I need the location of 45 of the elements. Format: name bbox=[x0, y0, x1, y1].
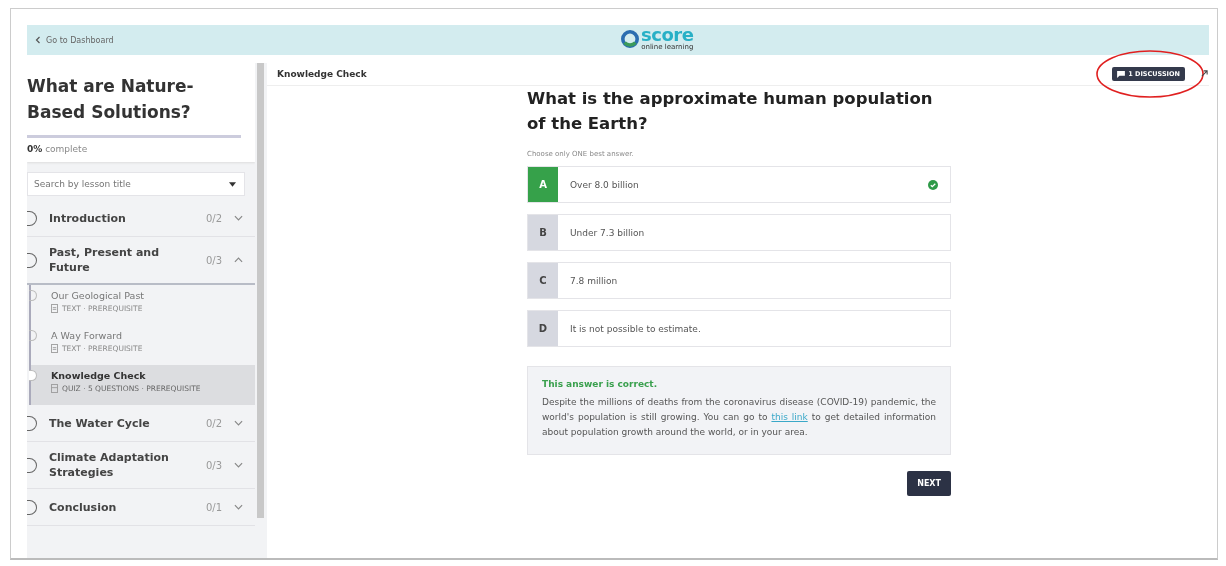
answer-option[interactable]: B Under 7.3 billion bbox=[527, 214, 951, 251]
next-button[interactable]: NEXT bbox=[907, 471, 951, 496]
answer-option[interactable]: C 7.8 million bbox=[527, 262, 951, 299]
document-icon bbox=[51, 304, 58, 313]
answer-option[interactable]: A Over 8.0 billion bbox=[527, 166, 951, 203]
lesson-title: Our Geological Past bbox=[51, 290, 145, 301]
section-item[interactable]: Introduction 0/2 bbox=[27, 200, 255, 237]
section-count: 0/1 bbox=[206, 501, 224, 513]
section-title: Past, Present and Future bbox=[49, 245, 160, 275]
answer-text: Over 8.0 billion bbox=[569, 179, 640, 190]
lesson-title: Knowledge Check bbox=[51, 370, 147, 381]
section-count: 0/2 bbox=[206, 417, 224, 429]
section-item[interactable]: The Water Cycle 0/2 bbox=[27, 405, 255, 442]
logo-icon bbox=[621, 29, 639, 48]
question-text: What is the approximate human population of the Earth? bbox=[527, 88, 934, 135]
section-title: Introduction bbox=[49, 210, 127, 226]
section-count: 0/3 bbox=[206, 459, 224, 471]
course-title: What are Nature-Based Solutions? bbox=[27, 75, 195, 124]
section-title: Climate Adaptation Strategies bbox=[49, 450, 170, 480]
back-link[interactable]: Go to Dashboard bbox=[27, 35, 114, 45]
feedback-text: Despite the millions of deaths from the coronavirus disease (COVID-19) pandemic, the world's population is still growing. You can go to this link to get detailed information about population growth around the world, or in your area. bbox=[542, 396, 936, 439]
section-title: Conclusion bbox=[49, 499, 118, 515]
comment-icon bbox=[1117, 70, 1126, 78]
feedback-heading: This answer is correct. bbox=[542, 379, 659, 389]
logo-name: score bbox=[641, 26, 694, 44]
lesson-heading: Knowledge Check bbox=[277, 69, 368, 79]
dropdown-icon bbox=[229, 182, 236, 187]
section-count: 0/2 bbox=[206, 212, 224, 224]
section-item[interactable]: Past, Present and Future 0/3 bbox=[27, 237, 255, 285]
scrollbar[interactable] bbox=[257, 63, 264, 518]
lesson-title: A Way Forward bbox=[51, 330, 123, 341]
answer-text: Under 7.3 billion bbox=[569, 227, 646, 238]
section-title: The Water Cycle bbox=[49, 415, 151, 431]
progress-text: 0% complete bbox=[27, 144, 89, 154]
expand-icon[interactable] bbox=[1201, 70, 1208, 77]
answer-option[interactable]: D It is not possible to estimate. bbox=[527, 310, 951, 347]
quiz-icon bbox=[51, 384, 58, 393]
answer-text: It is not possible to estimate. bbox=[569, 323, 702, 334]
section-item[interactable]: Conclusion 0/1 bbox=[27, 489, 255, 526]
section-count: 0/3 bbox=[206, 254, 224, 266]
answer-text: 7.8 million bbox=[569, 275, 619, 286]
chevron-left-icon bbox=[35, 36, 41, 44]
search-field[interactable]: Search by lesson title bbox=[27, 172, 245, 196]
section-item[interactable]: Climate Adaptation Strategies 0/3 bbox=[27, 442, 255, 489]
document-icon bbox=[51, 344, 58, 353]
